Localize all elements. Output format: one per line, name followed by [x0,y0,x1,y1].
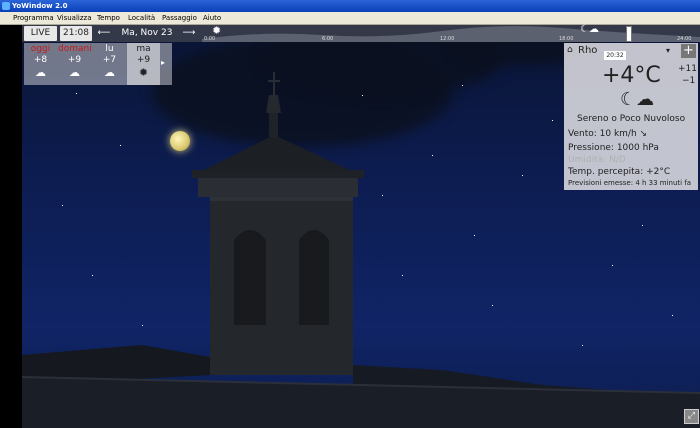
forecast-day-tomorrow[interactable]: domani +9 ☁ [58,43,92,85]
day-name: ma [136,44,151,54]
pressure-text: Pressione: 1000 hPa [568,143,659,153]
fullscreen-icon[interactable]: ⤢ [684,409,699,424]
timeline-label: 12:00 [440,36,455,42]
chevron-down-icon[interactable]: ▾ [666,46,670,55]
menu-localita[interactable]: Località [128,12,155,24]
menu-visualizza[interactable]: Visualizza [57,12,91,24]
current-temperature: +4°C [602,63,661,88]
rain-cloud-icon: ☁ [69,66,80,79]
title-bar: YoWindow 2.0 [0,0,700,12]
forecast-strip: oggi +8 ☁ domani +9 ☁ lu +7 ☁ ma +9 ✹ ▸ [24,43,172,85]
next-day-arrow-icon[interactable]: ⟶ [180,26,198,41]
home-icon[interactable]: ⌂ [567,45,573,55]
day-name: domani [58,44,92,54]
timeline-label: 6:00 [322,36,334,42]
day-name: lu [105,44,114,54]
day-name: oggi [30,44,51,54]
day-temp: +9 [136,55,151,65]
current-time: 21:08 [60,26,92,41]
high-temperature: +11 [678,64,697,74]
humidity-text: Umidità: N/D [568,155,626,165]
timeline-moon-cloud-icon: ☾☁ [580,24,599,35]
live-button[interactable]: LIVE [24,26,57,41]
menu-passaggio[interactable]: Passaggio [162,12,197,24]
timeline-label: 0:00 [204,36,216,42]
time-bar: LIVE 21:08 ⟵ Ma, Nov 23 ⟶ ✹ ☾☁ 0:00 6:00… [22,24,700,42]
timeline-label: 24:00 [677,36,692,42]
forecast-day-ma[interactable]: ma +9 ✹ [127,43,160,85]
menu-programma[interactable]: Programma [13,12,54,24]
prev-day-arrow-icon[interactable]: ⟵ [95,26,113,41]
feels-like-text: Temp. percepita: +2°C [568,167,671,177]
forecast-day-today[interactable]: oggi +8 ☁ [24,43,57,85]
forecast-day-lu[interactable]: lu +7 ☁ [93,43,126,85]
condition-text: Sereno o Poco Nuvoloso [577,114,686,124]
add-location-button[interactable]: + [681,44,696,58]
moon-cloud-icon: ☾☁ [620,89,655,110]
app-icon [2,2,10,10]
day-temp: +7 [102,55,117,65]
rain-cloud-icon: ☁ [35,66,46,79]
forecast-issued-text: Previsioni emesse: 4 h 33 minuti fa [568,179,692,187]
day-temp: +8 [33,55,48,65]
local-time: 20:32 [604,51,626,60]
window-title: YoWindow 2.0 [12,2,68,10]
forecast-more-arrow-icon[interactable]: ▸ [161,58,165,67]
wind-text: Vento: 10 km/h ↘ [568,129,648,139]
timeline-label: 18:00 [559,36,574,42]
date-label: Ma, Nov 23 [121,28,173,38]
low-temperature: −1 [682,76,696,86]
current-weather-panel: ⌂ Rho 20:32 ▾ + +4°C +11 −1 ☾☁ Sereno o … [564,43,698,190]
timeline-marker[interactable] [626,26,632,42]
city-name[interactable]: Rho [578,45,597,56]
menu-tempo[interactable]: Tempo [97,12,120,24]
day-temp: +9 [67,55,82,65]
menu-aiuto[interactable]: Aiuto [203,12,221,24]
rain-cloud-icon: ☁ [104,66,115,79]
left-strip [0,25,22,428]
sun-icon: ✹ [138,66,149,79]
